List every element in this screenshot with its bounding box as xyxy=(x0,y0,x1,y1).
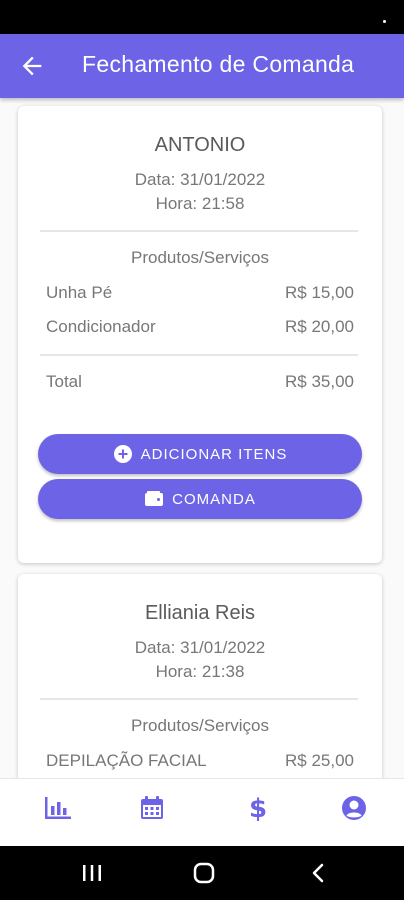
status-bar xyxy=(0,0,404,34)
total-value: R$ 35,00 xyxy=(285,372,354,391)
date-text: Data: 31/01/2022 xyxy=(134,170,266,189)
add-items-button[interactable]: ADICIONAR ITENS xyxy=(38,434,362,474)
item-name: Unha Pé xyxy=(46,283,113,302)
wallet-icon xyxy=(144,489,164,509)
account-icon xyxy=(342,796,366,820)
divider xyxy=(40,354,358,356)
chevron-left-icon xyxy=(312,863,324,883)
comanda-button[interactable]: COMANDA xyxy=(38,479,362,519)
dollar-icon: $ xyxy=(249,794,267,822)
plus-circle-icon xyxy=(113,444,133,464)
item-price: R$ 20,00 xyxy=(285,317,354,336)
nav-account[interactable] xyxy=(339,793,369,823)
comanda-card: Elliania Reis Data: 31/01/2022 Hora: 21:… xyxy=(18,574,382,778)
calendar-icon xyxy=(141,796,163,819)
svg-text:$: $ xyxy=(249,794,267,822)
home-button[interactable] xyxy=(192,862,216,884)
bar-chart-icon xyxy=(45,797,71,819)
system-back-button[interactable] xyxy=(306,862,330,884)
item-name: DEPILAÇÃO FACIAL xyxy=(46,751,207,770)
client-name: Elliania Reis xyxy=(144,602,256,624)
recent-apps-button[interactable] xyxy=(80,862,104,884)
time-text: Hora: 21:38 xyxy=(155,662,245,681)
comanda-label: COMANDA xyxy=(172,490,256,508)
comanda-card: ANTONIO Data: 31/01/2022 Hora: 21:58 Pro… xyxy=(18,106,382,563)
page-title: Fechamento de Comanda xyxy=(82,51,355,77)
divider xyxy=(40,230,358,232)
section-label: Produtos/Serviços xyxy=(131,716,269,735)
status-indicator xyxy=(383,20,386,23)
comanda-list[interactable]: ANTONIO Data: 31/01/2022 Hora: 21:58 Pro… xyxy=(0,98,404,778)
section-label: Produtos/Serviços xyxy=(131,248,269,267)
recent-apps-icon xyxy=(83,865,101,881)
home-icon xyxy=(193,862,215,884)
item-price: R$ 25,00 xyxy=(285,751,354,770)
item-name: Condicionador xyxy=(46,317,156,336)
divider xyxy=(40,698,358,700)
arrow-left-icon xyxy=(22,56,42,76)
system-nav-bar xyxy=(0,846,404,900)
nav-finance[interactable]: $ xyxy=(243,793,273,823)
total-label: Total xyxy=(46,372,82,391)
date-text: Data: 31/01/2022 xyxy=(134,638,266,657)
add-items-label: ADICIONAR ITENS xyxy=(140,445,288,463)
nav-calendar[interactable] xyxy=(137,793,167,823)
client-name: ANTONIO xyxy=(154,134,246,156)
bottom-nav: $ xyxy=(0,778,404,846)
nav-reports[interactable] xyxy=(43,793,73,823)
app-bar: Fechamento de Comanda xyxy=(0,34,404,98)
time-text: Hora: 21:58 xyxy=(155,194,245,213)
item-price: R$ 15,00 xyxy=(285,283,354,302)
back-button[interactable] xyxy=(18,52,46,80)
